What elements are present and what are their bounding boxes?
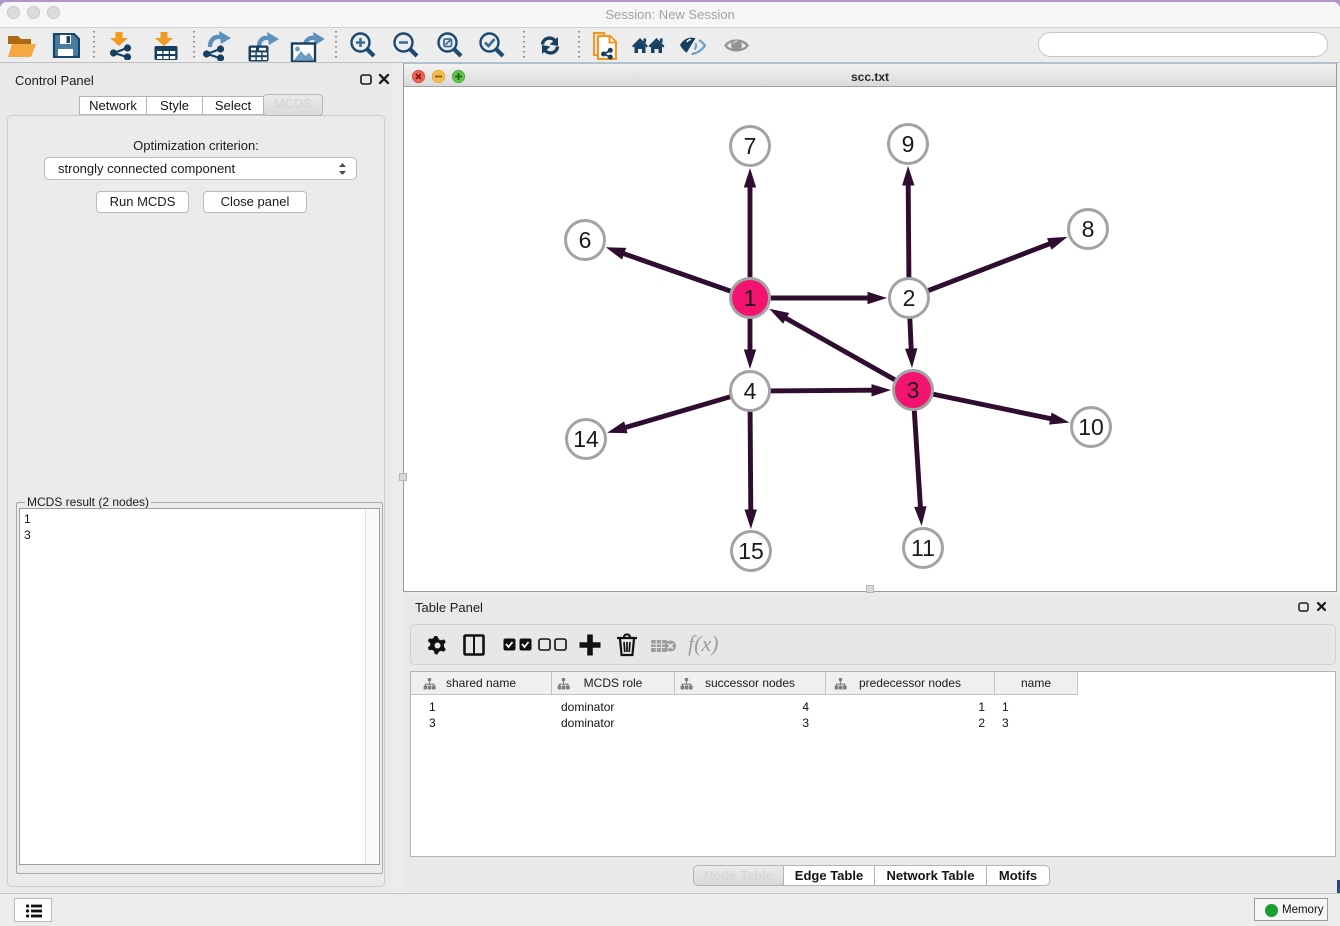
svg-text:4: 4 [744, 378, 757, 404]
svg-text:6: 6 [579, 227, 592, 253]
svg-text:1: 1 [744, 285, 757, 311]
svg-text:11: 11 [911, 535, 935, 561]
svg-text:14: 14 [573, 426, 599, 452]
svg-text:8: 8 [1082, 216, 1095, 242]
svg-text:3: 3 [907, 377, 920, 403]
svg-text:15: 15 [738, 538, 764, 564]
svg-text:9: 9 [902, 131, 915, 157]
svg-text:2: 2 [903, 285, 916, 311]
svg-text:7: 7 [744, 133, 757, 159]
svg-text:10: 10 [1078, 414, 1104, 440]
